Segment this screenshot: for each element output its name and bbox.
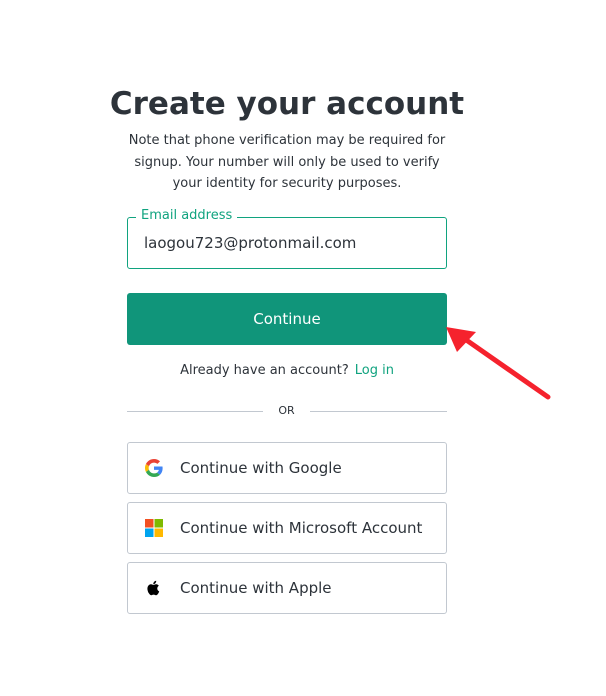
- email-field-label: Email address: [136, 207, 238, 224]
- divider-line-right: [310, 411, 447, 412]
- google-button-label: Continue with Google: [180, 459, 342, 477]
- continue-with-microsoft-button[interactable]: Continue with Microsoft Account: [127, 502, 447, 554]
- continue-button[interactable]: Continue: [127, 293, 447, 345]
- login-prompt-text: Already have an account?: [180, 363, 349, 378]
- divider-text: OR: [278, 404, 295, 417]
- login-link[interactable]: Log in: [355, 363, 394, 378]
- microsoft-button-label: Continue with Microsoft Account: [180, 519, 423, 537]
- login-prompt: Already have an account? Log in: [127, 362, 447, 380]
- annotation-arrow-icon: [446, 327, 551, 400]
- page-title: Create your account: [109, 86, 465, 122]
- page-subtitle: Note that phone verification may be requ…: [128, 133, 446, 191]
- microsoft-icon: [145, 519, 163, 537]
- google-icon: [145, 459, 163, 477]
- email-field[interactable]: [144, 232, 434, 254]
- apple-button-label: Continue with Apple: [180, 579, 332, 597]
- divider-line-left: [127, 411, 263, 412]
- apple-icon: [145, 579, 163, 597]
- continue-with-google-button[interactable]: Continue with Google: [127, 442, 447, 494]
- continue-with-apple-button[interactable]: Continue with Apple: [127, 562, 447, 614]
